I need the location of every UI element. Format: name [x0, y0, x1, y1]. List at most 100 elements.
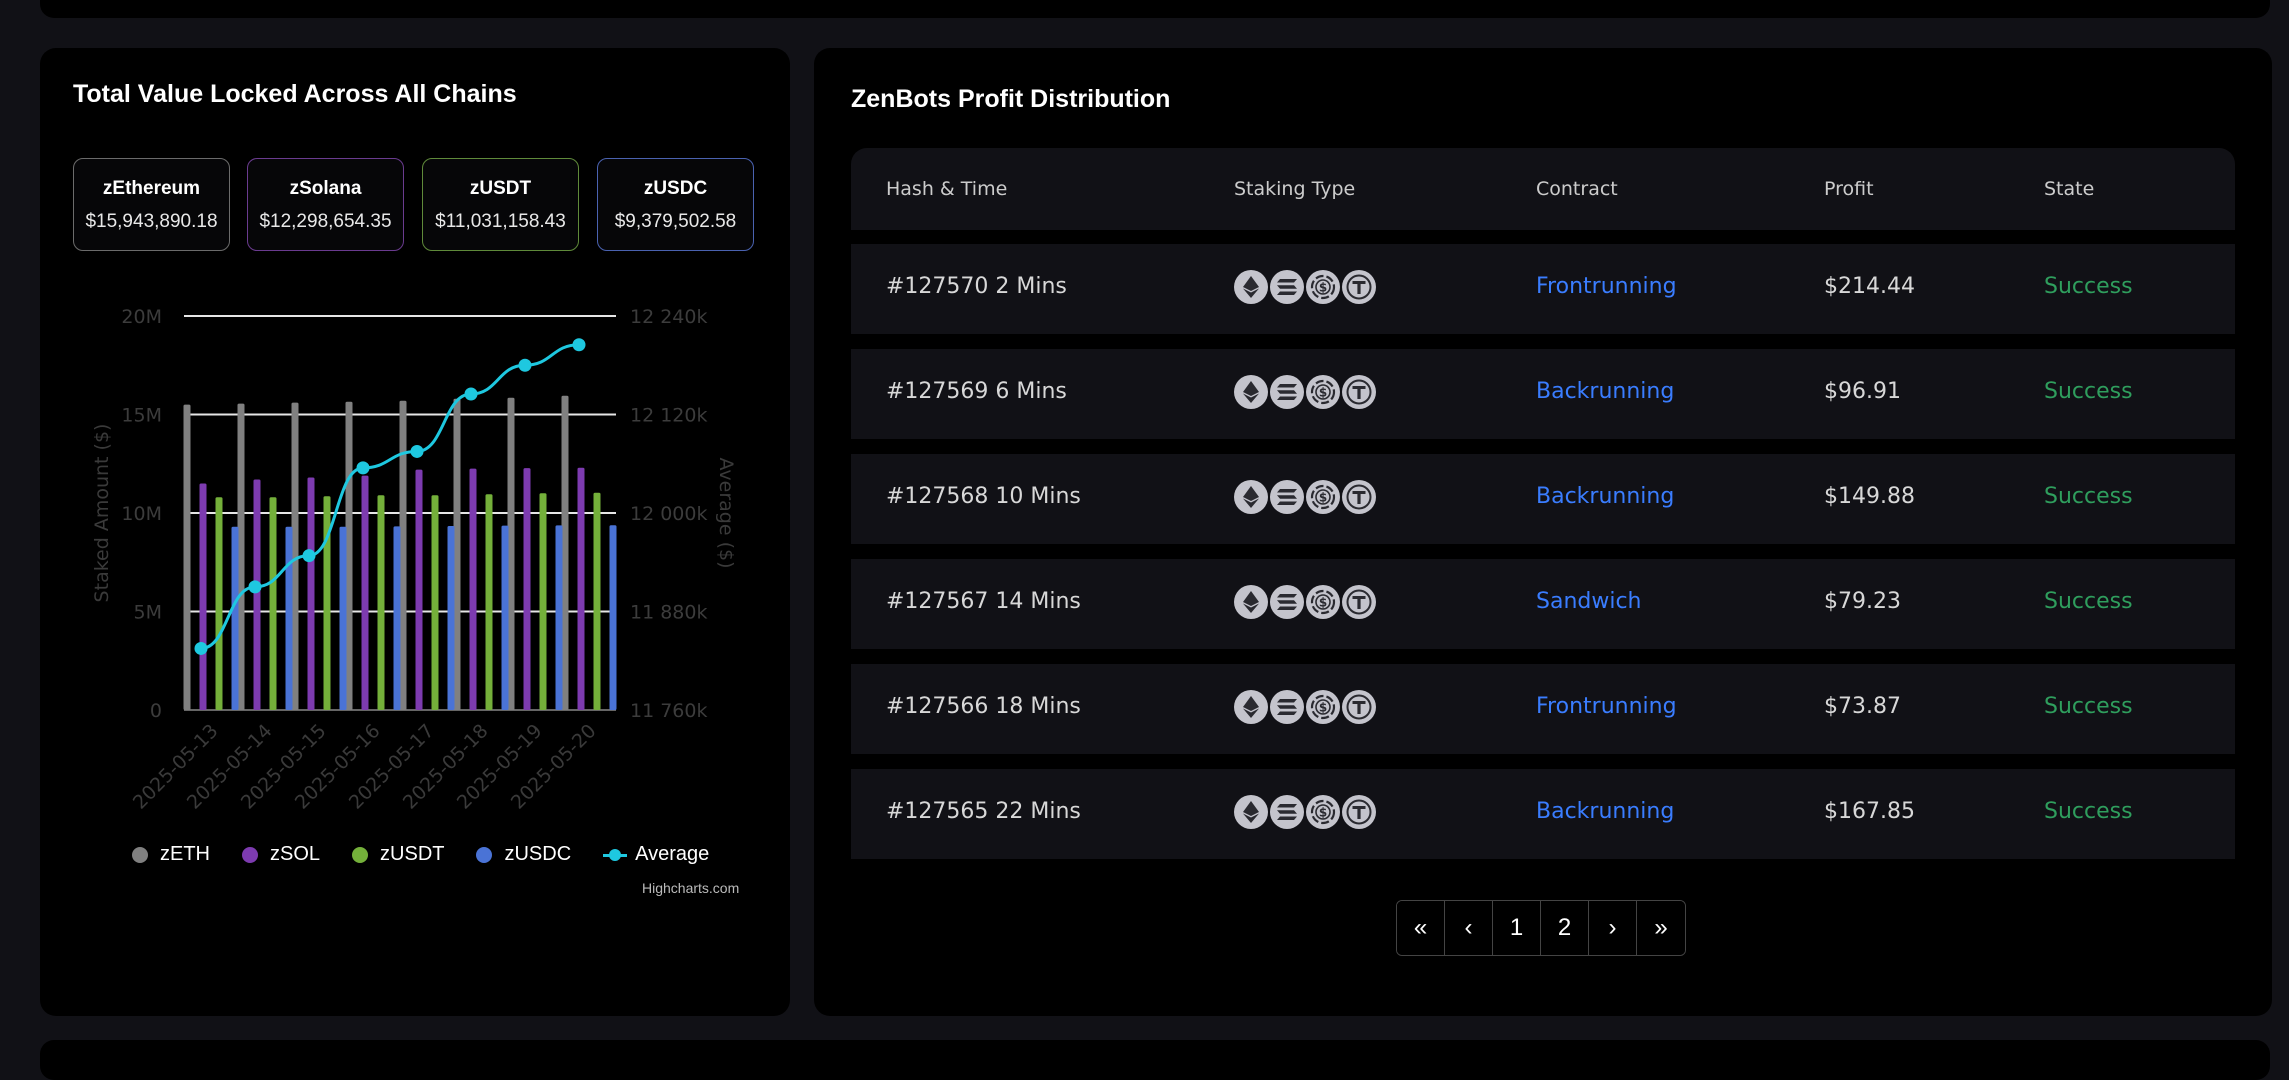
bar: [199, 483, 207, 710]
tether-icon: [1342, 270, 1376, 304]
legend-item-average[interactable]: Average: [603, 843, 709, 866]
bar: [215, 497, 223, 710]
solana-icon: [1270, 585, 1304, 619]
last-page-button[interactable]: »: [1637, 901, 1685, 955]
y-tick-label: 0: [150, 700, 162, 722]
svg-text:$: $: [1319, 596, 1327, 610]
legend-item-zusdt[interactable]: zUSDT: [352, 843, 444, 866]
bar: [307, 477, 315, 710]
solana-icon: [1270, 270, 1304, 304]
row-profit: $96.91: [1824, 379, 1901, 404]
row-state: Success: [2044, 589, 2133, 614]
column-header-profit[interactable]: Profit: [1824, 178, 1874, 200]
row-state: Success: [2044, 379, 2133, 404]
y-tick-label: 10M: [121, 503, 162, 525]
ethereum-icon: [1234, 795, 1268, 829]
tvl-chart: 0 5M 10M 15M 20M 11 760k 11 880k 12 000k 12 120k…: [91, 306, 737, 814]
page-2-button[interactable]: 2: [1541, 901, 1589, 955]
usdc-icon: $: [1306, 480, 1340, 514]
row-contract-link[interactable]: Backrunning: [1536, 379, 1674, 404]
row-hash-time: #127569 6 Mins: [886, 379, 1067, 404]
bar: [231, 526, 239, 710]
row-contract-link[interactable]: Frontrunning: [1536, 274, 1677, 299]
bar: [377, 495, 385, 710]
bar: [501, 525, 509, 710]
bottom-panel-edge: [40, 1040, 2270, 1080]
legend-item-zeth[interactable]: zETH: [132, 843, 210, 866]
usdc-icon: $: [1306, 690, 1340, 724]
legend-dot-icon: [132, 846, 148, 863]
svg-text:$: $: [1319, 386, 1327, 400]
bar: [507, 397, 515, 710]
y2-tick-label: 12 240k: [630, 306, 707, 328]
tether-icon: [1342, 480, 1376, 514]
pagination: « ‹ 1 2 › »: [1396, 900, 1686, 956]
row-state: Success: [2044, 799, 2133, 824]
prev-page-button[interactable]: ‹: [1445, 901, 1493, 955]
table-row: #127567 14 Mins $ Sandwich $79.23 Success: [851, 559, 2235, 649]
legend-dot-icon: [476, 846, 493, 863]
row-hash-time: #127568 10 Mins: [886, 484, 1081, 509]
bar: [339, 526, 347, 710]
legend-dot-icon: [242, 846, 258, 863]
first-page-button[interactable]: «: [1397, 901, 1445, 955]
staking-type-icons: $: [1234, 690, 1378, 724]
page-1-button[interactable]: 1: [1493, 901, 1541, 955]
staking-type-icons: $: [1234, 375, 1378, 409]
row-profit: $167.85: [1824, 799, 1915, 824]
column-header-staking-type[interactable]: Staking Type: [1234, 178, 1355, 200]
column-header-hash[interactable]: Hash & Time: [886, 178, 1007, 200]
tether-icon: [1342, 795, 1376, 829]
row-profit: $214.44: [1824, 274, 1915, 299]
row-hash-time: #127566 18 Mins: [886, 694, 1081, 719]
chart-credit[interactable]: Highcharts.com: [642, 880, 739, 896]
svg-text:$: $: [1319, 806, 1327, 820]
row-profit: $79.23: [1824, 589, 1901, 614]
bar: [399, 400, 407, 710]
average-point: [356, 461, 370, 475]
row-contract-link[interactable]: Backrunning: [1536, 799, 1674, 824]
tvl-panel: Total Value Locked Across All Chains zEt…: [40, 48, 790, 1016]
bar: [393, 526, 401, 710]
average-point: [194, 641, 208, 655]
bar: [453, 398, 461, 710]
row-contract-link[interactable]: Backrunning: [1536, 484, 1674, 509]
y-axis-title: Staked Amount ($): [91, 424, 113, 603]
usdc-icon: $: [1306, 795, 1340, 829]
row-contract-link[interactable]: Sandwich: [1536, 589, 1642, 614]
legend-label: zSOL: [270, 843, 321, 865]
profit-panel: ZenBots Profit Distribution Hash & Time …: [814, 48, 2272, 1016]
legend-label: zUSDT: [380, 843, 445, 865]
row-profit: $149.88: [1824, 484, 1915, 509]
bar: [361, 475, 369, 710]
table-row: #127570 2 Mins $ Frontrunning $214.44 Succes…: [851, 244, 2235, 334]
table-row: #127566 18 Mins $ Frontrunning $73.87 Succes…: [851, 664, 2235, 754]
ethereum-icon: [1234, 690, 1268, 724]
average-point: [518, 358, 532, 372]
next-page-button[interactable]: ›: [1589, 901, 1637, 955]
row-state: Success: [2044, 484, 2133, 509]
legend-label: zETH: [160, 843, 210, 865]
y2-tick-label: 12 000k: [630, 503, 707, 525]
legend-label: Average: [635, 843, 710, 865]
usdc-icon: $: [1306, 375, 1340, 409]
tether-icon: [1342, 690, 1376, 724]
svg-text:$: $: [1319, 491, 1327, 505]
bar: [345, 401, 353, 710]
legend-item-zsol[interactable]: zSOL: [242, 843, 320, 866]
staking-type-icons: $: [1234, 270, 1378, 304]
legend-item-zusdc[interactable]: zUSDC: [476, 843, 571, 866]
bar: [431, 495, 439, 710]
average-point: [410, 444, 424, 458]
staking-type-icons: $: [1234, 795, 1378, 829]
row-contract-link[interactable]: Frontrunning: [1536, 694, 1677, 719]
row-state: Success: [2044, 694, 2133, 719]
legend-label: zUSDC: [504, 843, 572, 865]
bar: [609, 525, 617, 710]
column-header-state[interactable]: State: [2044, 178, 2094, 200]
column-header-contract[interactable]: Contract: [1536, 178, 1618, 200]
staking-type-icons: $: [1234, 585, 1378, 619]
y-tick-label: 5M: [134, 602, 162, 624]
average-point: [464, 387, 478, 401]
table-row: #127569 6 Mins $ Backrunning $96.91 Success: [851, 349, 2235, 439]
